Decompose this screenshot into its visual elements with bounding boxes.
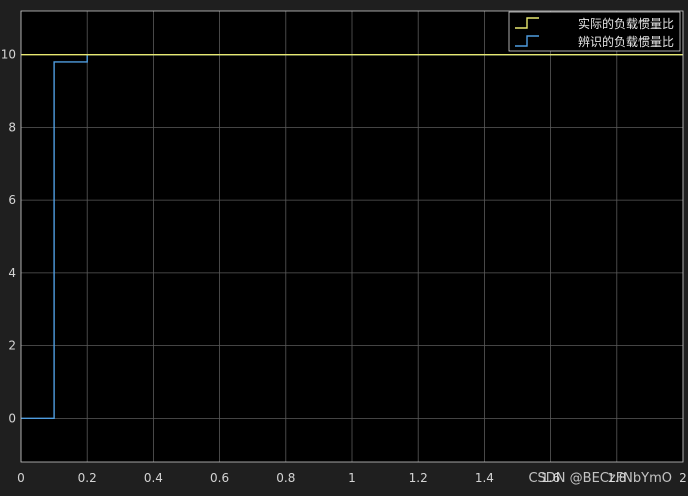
- y-tick-label: 10: [1, 48, 16, 62]
- x-tick-label: 0.8: [276, 471, 295, 485]
- legend-label: 实际的负载惯量比: [578, 16, 674, 31]
- chart-container: 0 0.2 0.4 0.6 0.8 1 1.2 1.4 1.6 1.8 2 0 2 4 6 8 10 实际的负载…: [0, 0, 688, 492]
- y-tick-label: 6: [8, 193, 16, 207]
- chart-svg: 0 0.2 0.4 0.6 0.8 1 1.2 1.4 1.6 1.8 20246810 实际的负载…: [1, 10, 687, 486]
- y-tick-label: 0: [8, 411, 16, 425]
- x-tick-label: 0.2: [78, 471, 97, 485]
- y-tick-label: 4: [8, 266, 16, 280]
- x-tick-label: 1.2: [409, 471, 428, 485]
- x-tick-label: 0: [17, 471, 25, 485]
- x-tick-label: 0.6: [210, 471, 229, 485]
- x-tick-label: 0.4: [144, 471, 163, 485]
- y-tick-label: 8: [8, 120, 16, 134]
- watermark-text: CSDN @BECzFNbYmO: [528, 471, 672, 486]
- x-tick-label: 1: [348, 471, 356, 485]
- x-tick-label: 2: [679, 471, 687, 485]
- y-tick-label: 2: [8, 339, 16, 353]
- legend: 实际的负载惯量比辨识的负载惯量比: [508, 11, 681, 52]
- x-tick-label: 1.4: [475, 471, 494, 485]
- legend-label: 辨识的负载惯量比: [578, 34, 674, 49]
